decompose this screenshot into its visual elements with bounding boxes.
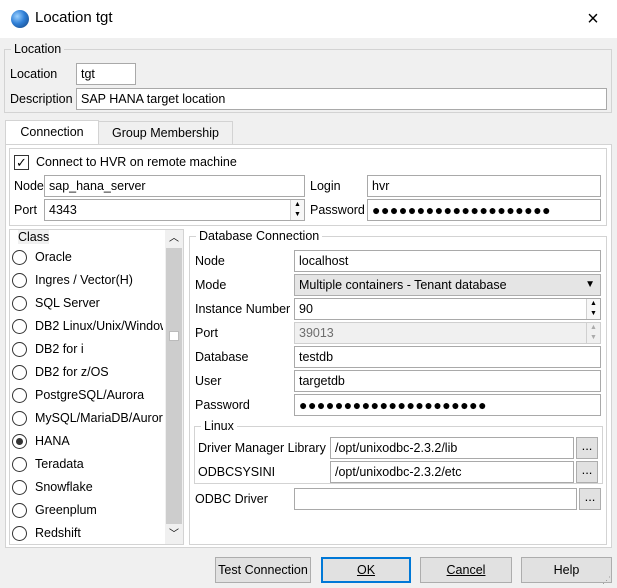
connect-remote-label: Connect to HVR on remote machine bbox=[36, 155, 237, 169]
scroll-down-icon[interactable]: ﹀ bbox=[165, 526, 183, 544]
help-button[interactable]: Help bbox=[521, 557, 612, 583]
close-icon[interactable]: × bbox=[578, 4, 608, 34]
class-item-label: Teradata bbox=[35, 457, 84, 471]
class-radio[interactable] bbox=[12, 411, 27, 426]
location-field[interactable]: tgt bbox=[76, 63, 136, 85]
ok-button[interactable]: OK bbox=[321, 557, 411, 583]
class-item-label: DB2 for z/OS bbox=[35, 365, 109, 379]
class-radio[interactable] bbox=[12, 296, 27, 311]
class-list-title: Class bbox=[18, 230, 50, 244]
remote-port-label: Port bbox=[14, 203, 37, 217]
hvr-app-icon bbox=[11, 10, 29, 28]
remote-password-label: Password bbox=[310, 203, 365, 217]
odbc-driver-browse-button[interactable]: ... bbox=[579, 488, 601, 510]
odbc-driver-field[interactable] bbox=[294, 488, 577, 510]
class-item-label: Greenplum bbox=[35, 503, 97, 517]
db-node-field[interactable]: localhost bbox=[294, 250, 601, 272]
description-field[interactable]: SAP HANA target location bbox=[76, 88, 607, 110]
test-connection-button[interactable]: Test Connection bbox=[215, 557, 311, 583]
class-radio[interactable] bbox=[12, 365, 27, 380]
db-user-field[interactable]: targetdb bbox=[294, 370, 601, 392]
db-password-label: Password bbox=[195, 398, 250, 412]
db-mode-value: Multiple containers - Tenant database bbox=[299, 278, 507, 292]
tab-group-membership-label: Group Membership bbox=[112, 126, 219, 140]
driver-manager-field[interactable]: /opt/unixodbc-2.3.2/lib bbox=[330, 437, 574, 459]
class-radio[interactable] bbox=[12, 526, 27, 541]
class-item-label: Ingres / Vector(H) bbox=[35, 273, 133, 287]
scroll-up-icon[interactable]: ︿ bbox=[165, 230, 183, 248]
class-radio[interactable] bbox=[12, 342, 27, 357]
dropdown-arrow-icon: ▼ bbox=[585, 279, 595, 290]
cancel-button[interactable]: Cancel bbox=[420, 557, 512, 583]
remote-port-spinner[interactable]: ▲ ▼ bbox=[290, 200, 304, 220]
remote-port-value: 4343 bbox=[49, 203, 77, 217]
db-port-value: 39013 bbox=[299, 326, 334, 340]
class-radio[interactable] bbox=[12, 434, 27, 449]
scroll-grip-icon bbox=[169, 331, 179, 341]
linux-group-label: Linux bbox=[201, 419, 237, 433]
class-item-label: HANA bbox=[35, 434, 70, 448]
db-password-field[interactable]: ●●●●●●●●●●●●●●●●●●●●● bbox=[294, 394, 601, 416]
location-label: Location bbox=[10, 67, 58, 81]
class-radio[interactable] bbox=[12, 457, 27, 472]
database-connection-label: Database Connection bbox=[196, 229, 323, 243]
db-mode-select[interactable]: Multiple containers - Tenant database ▼ bbox=[294, 274, 601, 296]
remote-password-field[interactable]: ●●●●●●●●●●●●●●●●●●●● bbox=[367, 199, 601, 221]
db-mode-label: Mode bbox=[195, 278, 227, 292]
remote-node-field[interactable]: sap_hana_server bbox=[44, 175, 305, 197]
scroll-thumb[interactable] bbox=[166, 248, 182, 524]
cancel-button-label: Cancel bbox=[446, 563, 486, 577]
description-label: Description bbox=[10, 92, 73, 106]
class-radio[interactable] bbox=[12, 250, 27, 265]
class-radio[interactable] bbox=[12, 388, 27, 403]
odbcsysini-browse-button[interactable]: ... bbox=[576, 461, 598, 483]
class-radio[interactable] bbox=[12, 319, 27, 334]
class-item-label: Snowflake bbox=[35, 480, 93, 494]
driver-manager-browse-button[interactable]: ... bbox=[576, 437, 598, 459]
odbcsysini-label: ODBCSYSINI bbox=[198, 465, 276, 479]
class-radio[interactable] bbox=[12, 480, 27, 495]
class-item-label: MySQL/MariaDB/Auror bbox=[35, 411, 163, 425]
class-item-label: DB2 Linux/Unix/Window bbox=[35, 319, 163, 333]
class-item-label: PostgreSQL/Aurora bbox=[35, 388, 145, 402]
db-instance-value: 90 bbox=[299, 302, 313, 316]
ok-button-label: OK bbox=[356, 563, 376, 577]
db-database-label: Database bbox=[195, 350, 249, 364]
class-list-scrollbar[interactable]: ︿ ﹀ bbox=[165, 230, 183, 544]
remote-node-label: Node bbox=[14, 179, 44, 193]
class-item-label: Oracle bbox=[35, 250, 72, 264]
location-group-label: Location bbox=[11, 42, 65, 56]
db-port-field: 39013 ▲ ▼ bbox=[294, 322, 601, 344]
class-item-label: SQL Server bbox=[35, 296, 100, 310]
db-database-field[interactable]: testdb bbox=[294, 346, 601, 368]
class-radio[interactable] bbox=[12, 503, 27, 518]
remote-login-field[interactable]: hvr bbox=[367, 175, 601, 197]
odbc-driver-label: ODBC Driver bbox=[195, 492, 268, 506]
class-item-label: DB2 for i bbox=[35, 342, 84, 356]
driver-manager-label: Driver Manager Library bbox=[198, 441, 326, 455]
connect-remote-checkbox[interactable]: ✓ bbox=[14, 155, 29, 170]
tab-connection[interactable]: Connection bbox=[5, 120, 99, 145]
db-node-label: Node bbox=[195, 254, 225, 268]
db-instance-field[interactable]: 90 ▲ ▼ bbox=[294, 298, 601, 320]
tab-group-membership[interactable]: Group Membership bbox=[98, 121, 233, 145]
db-instance-spinner[interactable]: ▲ ▼ bbox=[586, 299, 600, 319]
db-port-spinner: ▲ ▼ bbox=[586, 323, 600, 343]
db-instance-label: Instance Number bbox=[195, 302, 291, 316]
db-user-label: User bbox=[195, 374, 222, 388]
odbcsysini-field[interactable]: /opt/unixodbc-2.3.2/etc bbox=[330, 461, 574, 483]
remote-login-label: Login bbox=[310, 179, 341, 193]
window-title: Location tgt bbox=[35, 9, 113, 26]
remote-port-field[interactable]: 4343 ▲ ▼ bbox=[44, 199, 305, 221]
resize-grip-icon[interactable]: ⋰ bbox=[602, 574, 614, 586]
class-radio[interactable] bbox=[12, 273, 27, 288]
db-port-label: Port bbox=[195, 326, 218, 340]
class-item-label: Redshift bbox=[35, 526, 81, 540]
tab-connection-label: Connection bbox=[20, 125, 84, 139]
